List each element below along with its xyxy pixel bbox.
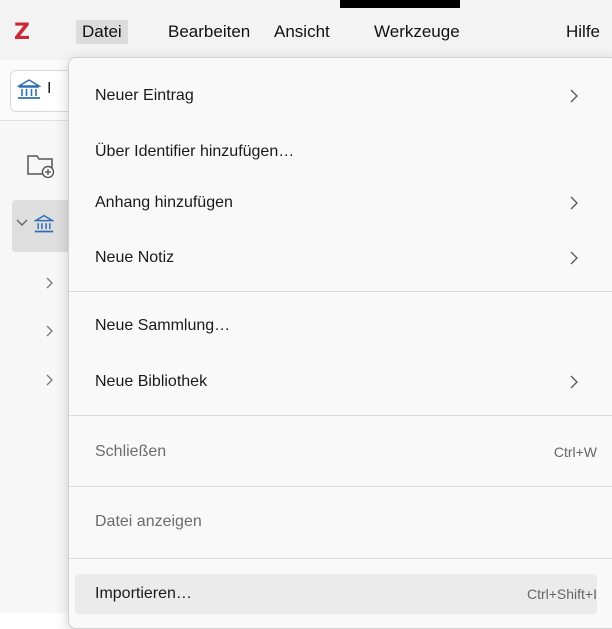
menu-item-label: Schließen — [95, 443, 167, 460]
menu-item-label: Über Identifier hinzufügen… — [95, 143, 295, 160]
library-icon — [17, 79, 41, 99]
menu-separator — [69, 486, 612, 487]
menu-item-import[interactable]: Importieren… Ctrl+Shift+I — [75, 574, 597, 614]
chevron-right-icon — [570, 89, 578, 103]
menu-separator — [69, 415, 612, 416]
menu-item-new-note[interactable]: Neue Notiz — [75, 238, 597, 278]
menu-item-label: Neuer Eintrag — [95, 87, 194, 104]
menu-item-label: Neue Notiz — [95, 249, 175, 266]
menu-ansicht[interactable]: Ansicht — [268, 20, 336, 44]
menu-item-label: Importieren… — [95, 585, 192, 602]
menu-item-show-file[interactable]: Datei anzeigen — [75, 502, 597, 542]
chevron-down-icon[interactable] — [16, 218, 28, 228]
menu-item-label: Neue Sammlung… — [95, 317, 231, 334]
menu-item-add-by-identifier[interactable]: Über Identifier hinzufügen… — [75, 132, 597, 172]
menu-item-label: Datei anzeigen — [95, 513, 202, 530]
chevron-right-icon — [570, 375, 578, 389]
menubar: Z Datei Bearbeiten Ansicht Werkzeuge Hil… — [0, 0, 612, 60]
menu-item-add-attachment[interactable]: Anhang hinzufügen — [75, 183, 597, 223]
menu-item-label: Neue Bibliothek — [95, 373, 208, 390]
top-edge-fragment — [340, 0, 460, 8]
menu-werkzeuge[interactable]: Werkzeuge — [368, 20, 466, 44]
chevron-right-icon — [570, 251, 578, 265]
chevron-right-icon[interactable] — [44, 277, 54, 289]
menu-item-new-item[interactable]: Neuer Eintrag — [75, 76, 597, 116]
chevron-right-icon[interactable] — [44, 325, 54, 337]
menu-bearbeiten[interactable]: Bearbeiten — [162, 20, 256, 44]
menu-item-close[interactable]: Schließen Ctrl+W — [75, 432, 597, 472]
menu-item-label: Anhang hinzufügen — [95, 194, 233, 211]
library-tab-label: I — [47, 80, 52, 97]
chevron-right-icon — [570, 196, 578, 210]
new-collection-icon[interactable] — [26, 150, 56, 178]
menu-item-new-library[interactable]: Neue Bibliothek — [75, 362, 597, 402]
menu-item-shortcut: Ctrl+W — [553, 444, 597, 460]
library-row-selected[interactable] — [12, 200, 72, 252]
menu-separator — [69, 558, 612, 559]
menu-datei[interactable]: Datei — [76, 20, 128, 44]
menu-item-new-collection[interactable]: Neue Sammlung… — [75, 306, 597, 346]
menu-hilfe[interactable]: Hilfe — [560, 20, 606, 44]
zotero-logo[interactable]: Z — [14, 20, 30, 45]
chevron-right-icon[interactable] — [44, 374, 54, 386]
menu-separator — [69, 291, 612, 292]
library-icon — [34, 214, 54, 233]
menu-item-shortcut: Ctrl+Shift+I — [526, 586, 597, 602]
file-menu-dropdown: Neuer Eintrag Über Identifier hinzufügen… — [68, 57, 612, 629]
